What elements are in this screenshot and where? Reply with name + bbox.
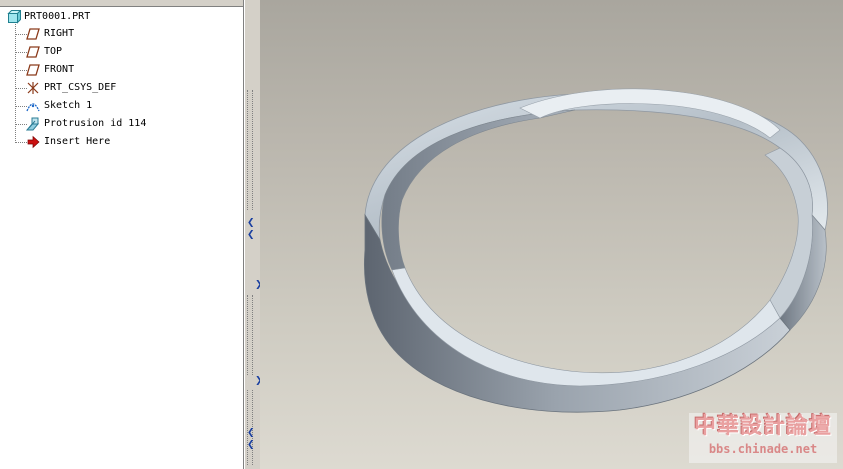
tree-item-label: RIGHT [44,28,75,39]
coordinate-system-icon [27,82,39,94]
collapse-left-arrow-icon[interactable]: ❮ [247,230,255,240]
graphics-viewport[interactable]: 中華設計論壇 bbs.chinade.net [260,0,843,469]
tree-item-label: Insert Here [44,136,111,147]
sketch-icon [26,103,40,112]
tree-item-top-plane[interactable]: TOP [0,43,200,61]
tree-item-protrusion[interactable]: Protrusion id 114 [0,115,200,133]
watermark-url: bbs.chinade.net [708,442,818,456]
tree-item-label: PRT_CSYS_DEF [44,82,117,93]
tree-item-label: Protrusion id 114 [44,118,147,129]
tree-item-right-plane[interactable]: RIGHT [0,25,200,43]
watermark-title: 中華設計論壇 [693,414,832,439]
datum-plane-icon [26,46,40,58]
datum-plane-icon [26,28,40,40]
insert-here-arrow-icon [27,135,40,149]
tree-item-label: PRT0001.PRT [24,11,91,22]
tree-item-insert-here[interactable]: Insert Here [0,133,200,151]
mobius-strip-model [364,88,828,413]
tree-item-root-part[interactable]: PRT0001.PRT [0,8,200,26]
tree-item-label: TOP [44,46,63,57]
collapse-left-arrow-icon[interactable]: ❮ [247,428,255,438]
tree-item-front-plane[interactable]: FRONT [0,61,200,79]
tree-item-sketch[interactable]: Sketch 1 [0,97,200,115]
tree-item-label: Sketch 1 [44,100,93,111]
splitter-grip [247,90,253,210]
protrusion-icon [26,117,40,131]
tree-item-label: FRONT [44,64,75,75]
model-tree-header [0,0,243,7]
collapse-left-arrow-icon[interactable]: ❮ [247,440,255,450]
tree-item-csys[interactable]: PRT_CSYS_DEF [0,79,200,97]
splitter-grip [247,295,253,375]
panel-splitter[interactable]: ❮ ❮ ❯ ❯ ❮ ❮ [244,0,263,469]
datum-plane-icon [26,64,40,76]
part-icon [7,10,21,24]
collapse-left-arrow-icon[interactable]: ❮ [247,218,255,228]
model-tree-panel: PRT0001.PRT RIGHT TOP FRONT PRT_CSYS_DEF [0,0,244,469]
forum-watermark: 中華設計論壇 bbs.chinade.net [689,413,837,463]
